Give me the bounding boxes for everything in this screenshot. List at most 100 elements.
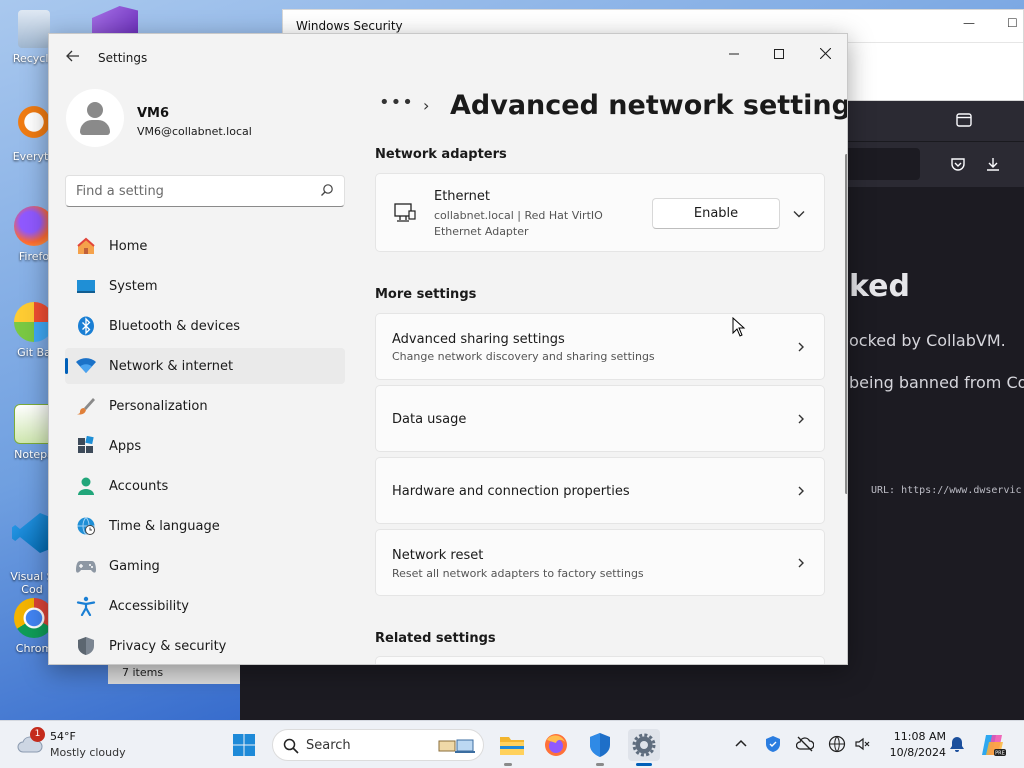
chevron-right-icon <box>798 342 804 352</box>
back-button[interactable] <box>63 48 83 68</box>
sidebar-item-gaming[interactable]: Gaming <box>65 548 345 584</box>
item-subtitle: Change network discovery and sharing set… <box>392 350 655 363</box>
explorer-status-bar: 7 items <box>108 662 240 684</box>
avatar[interactable] <box>66 89 124 147</box>
settings-taskbar-button[interactable] <box>628 729 660 761</box>
sidebar-item-label: Gaming <box>109 558 160 574</box>
item-title: Hardware and connection properties <box>392 484 630 499</box>
taskbar-search[interactable]: Search <box>272 729 484 761</box>
volume-muted-icon[interactable] <box>854 735 872 753</box>
sidebar-item-home[interactable]: Home <box>65 228 345 264</box>
app-title: Settings <box>98 51 148 65</box>
security-shield-tray-icon[interactable] <box>764 735 782 753</box>
tab-overview-icon[interactable] <box>956 112 972 131</box>
running-indicator <box>596 763 604 766</box>
item-title: Advanced sharing settings <box>392 332 565 347</box>
search-highlight-icon <box>438 739 475 753</box>
window-title: Windows Security <box>296 19 403 33</box>
item-title: Network reset <box>392 548 484 563</box>
firefox-taskbar-button[interactable] <box>540 729 572 761</box>
content-scrollbar[interactable] <box>845 154 847 494</box>
search-icon <box>283 738 299 754</box>
search-box[interactable] <box>65 175 345 207</box>
network-globe-icon[interactable] <box>828 735 846 753</box>
firefox-icon <box>545 734 567 756</box>
chevron-right-icon <box>798 486 804 496</box>
search-label: Search <box>306 738 351 753</box>
blocked-url-line: URL: https://www.dwservic <box>871 485 1022 496</box>
folder-icon <box>500 737 524 755</box>
profile-email: VM6@collabnet.local <box>137 125 252 138</box>
blocked-heading: ked <box>849 269 910 304</box>
sidebar-item-accessibility[interactable]: Accessibility <box>65 588 345 624</box>
sidebar-item-system[interactable]: System <box>65 268 345 304</box>
sidebar-item-label: Personalization <box>109 398 208 414</box>
enable-button[interactable]: Enable <box>652 198 780 229</box>
copilot-icon[interactable]: PRE <box>980 732 1006 758</box>
sidebar-item-accounts[interactable]: Accounts <box>65 468 345 504</box>
more-settings-item-network-reset[interactable]: Network reset Reset all network adapters… <box>375 529 825 596</box>
breadcrumb-overflow[interactable]: ••• <box>379 92 414 113</box>
accounts-icon <box>76 476 96 496</box>
sidebar-item-label: Bluetooth & devices <box>109 318 240 334</box>
close-button[interactable] <box>802 40 847 70</box>
chevron-right-icon <box>798 558 804 568</box>
clock-time[interactable]: 11:08 AM <box>884 730 946 743</box>
related-settings-card[interactable] <box>375 656 825 664</box>
globe-clock-icon <box>76 516 96 536</box>
ethernet-icon <box>394 203 416 222</box>
gamepad-icon <box>76 556 96 576</box>
sidebar-item-privacy[interactable]: Privacy & security <box>65 628 345 664</box>
clock-date[interactable]: 10/8/2024 <box>884 746 946 759</box>
wifi-icon <box>76 356 96 376</box>
search-icon[interactable] <box>320 183 334 197</box>
maximize-button[interactable] <box>756 40 802 70</box>
breadcrumb-separator: › <box>423 96 430 115</box>
download-icon[interactable] <box>985 156 1001 176</box>
chevron-up-icon[interactable] <box>732 735 750 753</box>
pocket-icon[interactable] <box>950 156 966 176</box>
title-bar[interactable]: Settings <box>49 34 847 80</box>
more-settings-item-data-usage[interactable]: Data usage <box>375 385 825 452</box>
bluetooth-icon <box>76 316 96 336</box>
start-button[interactable] <box>228 729 260 761</box>
brush-icon <box>76 396 96 416</box>
sidebar-item-label: System <box>109 278 158 294</box>
mouse-cursor-icon <box>732 317 746 337</box>
cloud-offline-icon[interactable] <box>796 735 814 753</box>
more-settings-item-advanced-sharing[interactable]: Advanced sharing settings Change network… <box>375 313 825 380</box>
weather-temperature: 54°F <box>50 730 76 743</box>
page-title: Advanced network settings <box>450 90 848 121</box>
system-icon <box>76 276 96 296</box>
notification-bell-icon[interactable] <box>948 735 966 753</box>
more-settings-item-hardware-properties[interactable]: Hardware and connection properties <box>375 457 825 524</box>
sidebar-item-personalization[interactable]: Personalization <box>65 388 345 424</box>
adapter-name: Ethernet <box>434 189 490 204</box>
browser-url-field[interactable] <box>844 148 920 180</box>
search-input[interactable] <box>66 176 306 206</box>
chevron-down-icon[interactable] <box>792 207 806 221</box>
avatar-body <box>80 120 110 135</box>
minimize-button[interactable] <box>711 40 757 70</box>
windows-logo-icon <box>233 734 255 756</box>
visual-studio-icon[interactable] <box>92 6 138 36</box>
section-heading-related-settings: Related settings <box>375 631 496 646</box>
sidebar-item-bluetooth[interactable]: Bluetooth & devices <box>65 308 345 344</box>
sidebar-item-apps[interactable]: Apps <box>65 428 345 464</box>
file-explorer-button[interactable] <box>496 729 528 761</box>
settings-window[interactable]: Settings VM6 VM6@collabnet.local Home Sy… <box>48 33 848 665</box>
maximize-icon[interactable]: ☐ <box>1007 16 1018 30</box>
gear-icon <box>632 733 656 757</box>
item-title: Data usage <box>392 412 467 427</box>
adapter-card[interactable]: Ethernet collabnet.local | Red Hat VirtI… <box>375 173 825 252</box>
minimize-icon[interactable]: — <box>963 16 975 30</box>
sidebar-item-label: Network & internet <box>109 358 234 374</box>
windows-security-taskbar-button[interactable] <box>584 729 616 761</box>
home-icon <box>76 236 96 256</box>
item-subtitle: Reset all network adapters to factory se… <box>392 567 644 580</box>
sidebar-item-time-language[interactable]: Time & language <box>65 508 345 544</box>
sidebar-item-network[interactable]: Network & internet <box>65 348 345 384</box>
running-indicator <box>504 763 512 766</box>
chevron-right-icon <box>798 414 804 424</box>
recycle-bin-icon <box>18 10 50 48</box>
